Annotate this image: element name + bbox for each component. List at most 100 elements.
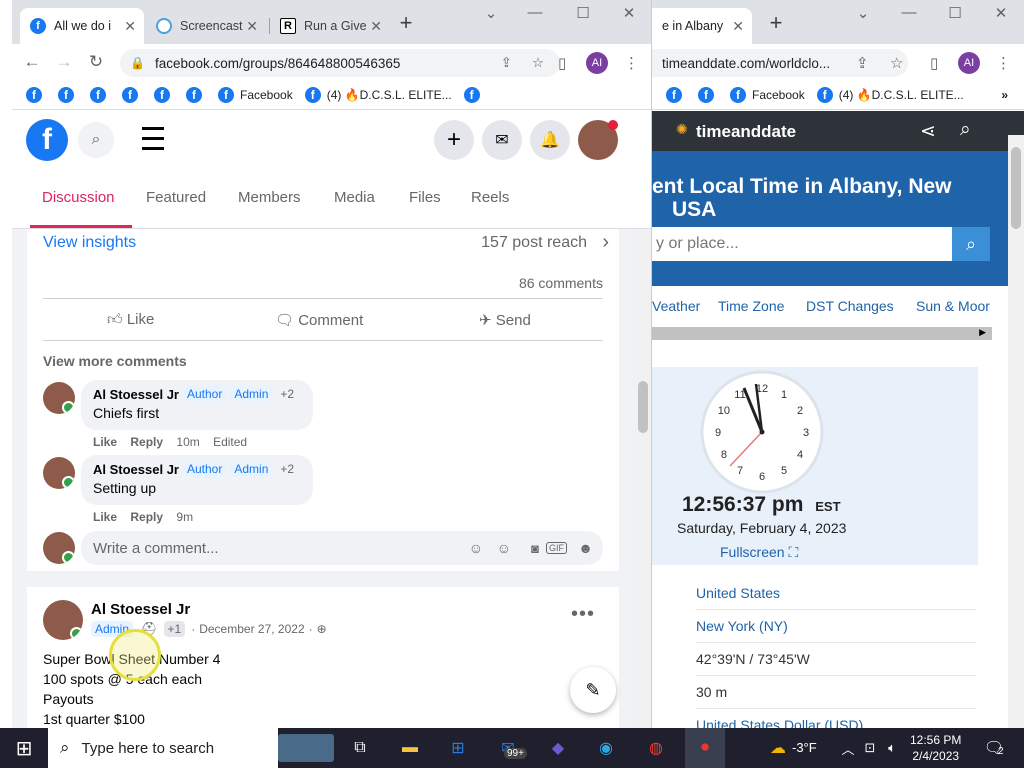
side-panel-icon[interactable]: ▯ [930,54,938,72]
search-icon[interactable]: ⌕ [960,119,971,141]
write-comment-input[interactable]: Write a comment... ☺ ☺ ◙ GIF ☻ [81,531,603,565]
compose-message-icon[interactable]: ✎ [570,667,616,713]
profile-avatar[interactable]: AI [586,52,608,74]
bookmark-star-icon[interactable]: ☆ [532,55,544,71]
badge-more[interactable]: +2 [280,387,294,401]
horizontal-scrollbar[interactable] [652,327,992,340]
author-badge[interactable]: Author [183,386,227,402]
info-row-currency[interactable]: United States Dollar (USD) [696,709,976,728]
maximize-button[interactable]: ☐ [568,4,598,22]
avatar-sticker-icon[interactable]: ☺ [469,540,483,556]
search-highlight-image[interactable] [278,734,334,762]
facebook-bookmark-icon[interactable]: f [698,86,714,103]
bookmark-facebook[interactable]: f Facebook [218,86,293,103]
comment-time[interactable]: 10m [176,435,199,449]
tab-members[interactable]: Members [238,189,301,206]
comment-author[interactable]: Al Stoessel Jr [93,462,179,477]
close-icon[interactable]: ✕ [732,18,744,35]
hamburger-menu-icon[interactable] [142,127,164,150]
city-search-input[interactable]: y or place... [652,227,952,261]
comment-reply-link[interactable]: Reply [130,510,163,524]
badge-more[interactable]: +1 [163,621,186,637]
create-plus-icon[interactable]: + [434,120,474,160]
brand-name[interactable]: timeanddate [696,122,796,142]
tab-search-icon[interactable]: ⌄ [476,4,506,22]
more-bookmarks-icon[interactable]: » [1001,88,1008,102]
profile-avatar[interactable]: AI [958,52,980,74]
new-tab-button[interactable]: + [762,10,790,36]
search-icon[interactable]: ⌕ [78,122,114,158]
like-button[interactable]: 👍︎ Like [107,311,154,329]
facebook-bookmark-icon[interactable]: f [154,86,170,103]
tab-timeanddate[interactable]: e in Albany ✕ [652,8,752,44]
bookmark-facebook[interactable]: f Facebook [730,86,805,103]
tab-screencast[interactable]: Screencast ✕ [146,8,266,44]
tab-featured[interactable]: Featured [146,189,206,206]
nav-weather[interactable]: Veather [652,298,700,314]
app-icon[interactable]: ◆ [546,736,570,760]
nav-sun-moon[interactable]: Sun & Moor [916,298,990,314]
facebook-bookmark-icon[interactable]: f [666,86,682,103]
windows-start-icon[interactable]: ⊞ [12,736,36,760]
chevron-right-icon[interactable]: › [602,231,609,254]
tab-facebook[interactable]: f All we do i ✕ [20,8,144,44]
more-options-icon[interactable]: ••• [571,603,595,626]
commenter-avatar[interactable] [43,382,75,414]
comment-like-link[interactable]: Like [93,435,117,449]
commenter-avatar[interactable] [43,457,75,489]
close-icon[interactable]: ✕ [370,18,382,35]
comment-like-link[interactable]: Like [93,510,117,524]
tab-reels[interactable]: Reels [471,189,509,206]
tray-chevron-icon[interactable]: ︿ [836,736,860,760]
fullscreen-link[interactable]: Fullscreen ⛶ [720,544,798,561]
facebook-bookmark-icon[interactable]: f [90,86,106,103]
share-icon[interactable]: ⇪ [856,54,869,72]
task-view-icon[interactable]: ⧉ [348,736,372,760]
close-window-button[interactable]: ✕ [614,4,644,22]
facebook-bookmark-icon[interactable]: f [26,86,42,103]
edge-icon[interactable]: ◉ [594,736,618,760]
author-badge[interactable]: Author [183,461,227,477]
url-bar[interactable]: 🔒 facebook.com/groups/864648800546365 ⇪ … [120,49,560,77]
info-row-country[interactable]: United States [696,577,976,610]
view-more-comments[interactable]: View more comments [43,353,187,369]
facebook-bookmark-icon[interactable]: f [58,86,74,103]
forward-icon[interactable]: → [48,52,80,72]
screencast-recorder-icon[interactable]: ⏺ [693,736,717,760]
bookmark-star-icon[interactable]: ☆ [890,54,903,72]
comment-author[interactable]: Al Stoessel Jr [93,387,179,402]
url-bar[interactable]: timeanddate.com/worldclo... [652,49,908,77]
emoji-icon[interactable]: ☺ [497,540,511,556]
new-tab-button[interactable]: + [392,10,420,36]
tab-search-icon[interactable]: ⌄ [848,4,878,22]
facebook-logo[interactable]: f [26,119,68,161]
weather-icon[interactable]: ☁ [766,736,790,760]
search-button[interactable]: ⌕ [952,227,990,261]
scroll-right-icon[interactable]: ▶ [979,327,986,338]
reload-icon[interactable]: ↻ [80,52,112,72]
volume-icon[interactable]: 🔈︎ [880,736,904,760]
facebook-bookmark-icon[interactable]: f [122,86,138,103]
comments-count[interactable]: 86 comments [519,275,603,291]
info-row-state[interactable]: New York (NY) [696,610,976,643]
tab-files[interactable]: Files [409,189,441,206]
microsoft-store-icon[interactable]: ⊞ [446,736,470,760]
bookmark-dcsl[interactable]: f (4) 🔥D.C.S.L. ELITE... [304,86,452,103]
close-window-button[interactable]: ✕ [986,4,1016,22]
comment-button[interactable]: 🗨 Comment [275,311,363,329]
camera-icon[interactable]: ◙ [531,541,539,556]
time-zone-abbr[interactable]: EST [815,499,840,514]
network-icon[interactable]: ⊡ [858,736,882,760]
clock[interactable]: 12:56 PM 2/4/2023 [910,732,961,764]
admin-badge[interactable]: Admin [230,386,273,402]
scrollbar-thumb[interactable] [1011,147,1021,229]
comment-reply-link[interactable]: Reply [130,435,163,449]
my-avatar[interactable] [43,532,75,564]
comment-time[interactable]: 9m [176,510,193,524]
taskbar-search-box[interactable]: ⌕ Type here to search [48,728,278,768]
post-reach[interactable]: 157 post reach [481,234,587,252]
scrollbar-thumb[interactable] [638,381,648,433]
share-icon[interactable]: ⇪ [501,55,512,71]
close-icon[interactable]: ✕ [246,18,258,35]
tab-discussion[interactable]: Discussion [42,189,115,206]
